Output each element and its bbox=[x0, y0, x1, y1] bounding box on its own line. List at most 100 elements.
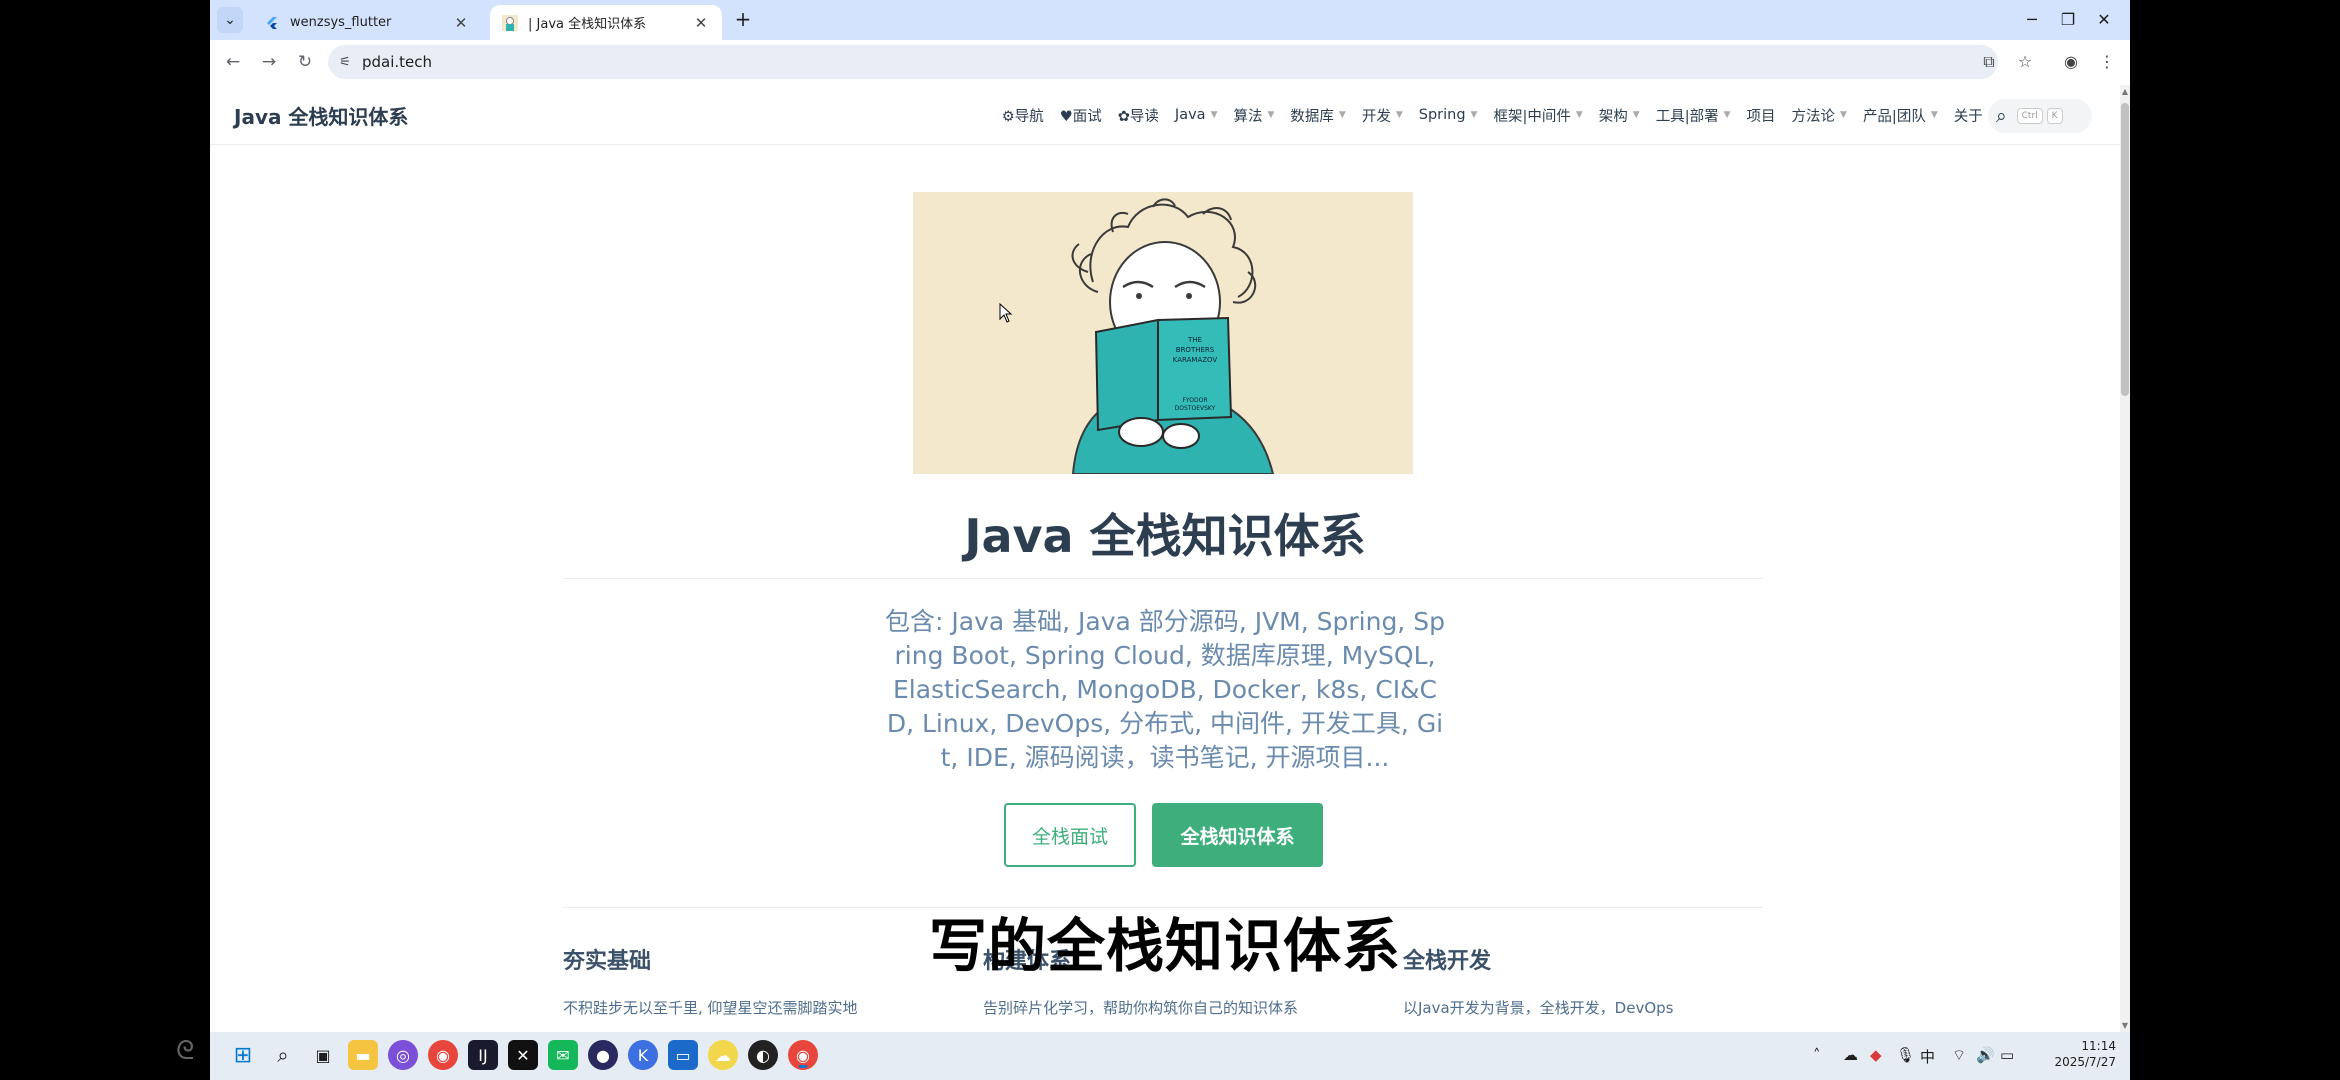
system-clock[interactable]: 11:14 2025/7/27 bbox=[2054, 1038, 2116, 1070]
tab-strip: ⌄ wenzsys_flutter ✕ | Java 全栈知识体系 ✕ + ─ … bbox=[210, 0, 2130, 40]
task-view-icon[interactable]: ▣ bbox=[308, 1040, 338, 1070]
volume-icon[interactable]: 🔊 bbox=[1976, 1046, 1995, 1064]
address-bar[interactable]: ⚟ pdai.tech bbox=[328, 45, 1998, 79]
wifi-icon[interactable]: ⌔ bbox=[1952, 1046, 1966, 1065]
restore-button[interactable]: ❐ bbox=[2048, 6, 2088, 34]
caret-down-icon: ▼ bbox=[1267, 110, 1275, 120]
file-explorer-icon[interactable]: ▬ bbox=[348, 1040, 378, 1070]
tray-app-icon[interactable]: ◆ bbox=[1870, 1046, 1882, 1064]
new-tab-button[interactable]: + bbox=[730, 8, 756, 32]
page-scrollbar[interactable]: ▲ ▼ bbox=[2120, 85, 2130, 1032]
tab-search-button[interactable]: ⌄ bbox=[217, 7, 243, 33]
tab-title: | Java 全栈知识体系 bbox=[528, 17, 647, 32]
caret-down-icon: ▼ bbox=[1338, 110, 1346, 120]
web-page: Java 全栈知识体系 ⚙导航 ♥面试 ✿导读 Java ▼ 算法 ▼ 数据库 ▼ 开… bbox=[210, 85, 2120, 1032]
nav-item-architecture[interactable]: 架构 ▼ bbox=[1599, 105, 1640, 126]
weather-icon[interactable]: ☁ bbox=[708, 1040, 738, 1070]
site-navbar: Java 全栈知识体系 ⚙导航 ♥面试 ✿导读 Java ▼ 算法 ▼ 数据库 ▼ 开… bbox=[210, 85, 2120, 145]
forward-button[interactable]: → bbox=[256, 49, 282, 75]
nav-item-projects[interactable]: 项目 bbox=[1747, 105, 1776, 126]
reload-button[interactable]: ↻ bbox=[292, 49, 318, 75]
tab-wenzsys-flutter[interactable]: wenzsys_flutter ✕ bbox=[252, 5, 482, 40]
svg-text:DOSTOEVSKY: DOSTOEVSKY bbox=[1175, 405, 1216, 412]
interview-button[interactable]: 全栈面试 bbox=[1004, 803, 1136, 867]
caret-down-icon: ▼ bbox=[1840, 110, 1847, 120]
svg-text:THE: THE bbox=[1187, 336, 1202, 344]
nav-links: ⚙导航 ♥面试 ✿导读 Java ▼ 算法 ▼ 数据库 ▼ 开发 ▼ Spring ▼ 框… bbox=[986, 85, 2020, 145]
feature-desc: 以Java开发为背景，全栈开发，DevOps bbox=[1403, 999, 1674, 1017]
caret-down-icon: ▼ bbox=[1470, 110, 1478, 120]
tray-overflow-icon[interactable]: ˄ bbox=[1813, 1046, 1821, 1064]
site-favicon-icon bbox=[502, 14, 518, 31]
url-text: pdai.tech bbox=[362, 53, 433, 71]
profile-icon[interactable]: ◉ bbox=[2060, 51, 2082, 73]
tray-cloud-icon[interactable]: ☁ bbox=[1843, 1046, 1858, 1064]
search-icon: ⌕ bbox=[1996, 105, 2007, 127]
terminal-app-icon[interactable]: ✕ bbox=[508, 1040, 538, 1070]
install-app-icon[interactable]: ⧉ bbox=[1978, 51, 2000, 73]
site-info-icon[interactable]: ⚟ bbox=[328, 55, 362, 70]
nav-item-methodology[interactable]: 方法论 ▼ bbox=[1792, 105, 1847, 126]
nav-item-framework[interactable]: 框架|中间件 ▼ bbox=[1493, 105, 1582, 126]
knowledge-system-button[interactable]: 全栈知识体系 bbox=[1152, 803, 1323, 867]
microphone-icon[interactable]: 🎙 bbox=[1896, 1046, 1915, 1064]
taskbar: ⊞ ⌕ ▣ ▬ ◎ ◉ IJ ✕ ✉ ● K ▭ ☁ ◐ ◉ ˄ ☁ ◆ 🎙 中… bbox=[210, 1032, 2130, 1080]
remote-desktop-icon[interactable]: ▭ bbox=[668, 1040, 698, 1070]
clock-time: 11:14 bbox=[2081, 1039, 2116, 1053]
nav-item-database[interactable]: 数据库 ▼ bbox=[1290, 105, 1345, 126]
svg-text:BROTHERS: BROTHERS bbox=[1176, 346, 1215, 354]
caret-down-icon: ▼ bbox=[1723, 110, 1731, 120]
nav-item-reading[interactable]: ✿导读 bbox=[1118, 105, 1159, 126]
battery-icon[interactable]: ▭ bbox=[2000, 1046, 2014, 1064]
site-search-button[interactable]: ⌕ Ctrl K bbox=[1988, 99, 2092, 133]
wechat-icon[interactable]: ✉ bbox=[548, 1040, 578, 1070]
menu-kebab-icon[interactable]: ⋮ bbox=[2096, 51, 2118, 73]
flutter-icon bbox=[264, 15, 280, 31]
feature-desc: 不积跬步无以至千里, 仰望星空还需脚踏实地 bbox=[563, 999, 858, 1017]
hero-description: 包含: Java 基础, Java 部分源码, JVM, Spring, Spr… bbox=[885, 607, 1445, 772]
nav-item-tools[interactable]: 工具|部署 ▼ bbox=[1656, 105, 1731, 126]
caret-down-icon: ▼ bbox=[1930, 110, 1938, 120]
scrollbar-thumb[interactable] bbox=[2121, 103, 2129, 396]
close-window-button[interactable]: ✕ bbox=[2084, 6, 2124, 34]
obs-icon[interactable]: ◐ bbox=[748, 1040, 778, 1070]
svg-text:KARAMAZOV: KARAMAZOV bbox=[1173, 356, 1218, 364]
chrome-icon[interactable]: ◉ bbox=[428, 1040, 458, 1070]
nav-item-java[interactable]: Java ▼ bbox=[1175, 107, 1218, 123]
hero-title: Java 全栈知识体系 bbox=[964, 509, 1366, 563]
nav-item-product[interactable]: 产品|团队 ▼ bbox=[1863, 105, 1938, 126]
windows-start-icon[interactable]: ⊞ bbox=[228, 1040, 258, 1070]
nav-item-about[interactable]: 关于 bbox=[1954, 105, 1983, 126]
media-app-icon[interactable]: ● bbox=[588, 1040, 618, 1070]
caret-down-icon: ▼ bbox=[1575, 110, 1583, 120]
site-title[interactable]: Java 全栈知识体系 bbox=[234, 101, 408, 130]
chrome-active-icon[interactable]: ◉ bbox=[788, 1040, 818, 1070]
ime-indicator[interactable]: 中 bbox=[1920, 1046, 1935, 1067]
chevron-down-icon: ⌄ bbox=[224, 12, 236, 28]
close-tab-icon[interactable]: ✕ bbox=[452, 14, 470, 32]
nav-item-spring[interactable]: Spring ▼ bbox=[1419, 107, 1478, 123]
close-tab-icon[interactable]: ✕ bbox=[692, 14, 710, 32]
tab-title: wenzsys_flutter bbox=[290, 15, 392, 30]
scroll-down-icon[interactable]: ▼ bbox=[2120, 1021, 2130, 1030]
minimize-button[interactable]: ─ bbox=[2012, 6, 2052, 34]
scroll-up-icon[interactable]: ▲ bbox=[2120, 87, 2130, 96]
back-button[interactable]: ← bbox=[220, 49, 246, 75]
nav-item-algorithm[interactable]: 算法 ▼ bbox=[1233, 105, 1274, 126]
caret-down-icon: ▼ bbox=[1395, 110, 1403, 120]
nav-item-develop[interactable]: 开发 ▼ bbox=[1362, 105, 1403, 126]
tab-java-fullstack[interactable]: | Java 全栈知识体系 ✕ bbox=[490, 5, 722, 40]
app-icon[interactable]: ◎ bbox=[388, 1040, 418, 1070]
browser-toolbar: ← → ↻ ⚟ pdai.tech ⧉ ☆ ◉ ⋮ bbox=[210, 40, 2130, 85]
caret-down-icon: ▼ bbox=[1210, 110, 1218, 120]
intellij-icon[interactable]: IJ bbox=[468, 1040, 498, 1070]
clock-date: 2025/7/27 bbox=[2054, 1055, 2116, 1069]
hero-image: THE BROTHERS KARAMAZOV FYODOR DOSTOEVSKY bbox=[913, 192, 1413, 474]
nav-item-interview[interactable]: ♥面试 bbox=[1060, 105, 1102, 126]
kbd-ctrl: Ctrl bbox=[2016, 108, 2043, 124]
sidebar-peek-icon: ᘓ bbox=[176, 1036, 195, 1066]
k-app-icon[interactable]: K bbox=[628, 1040, 658, 1070]
bookmark-star-icon[interactable]: ☆ bbox=[2014, 51, 2036, 73]
search-icon[interactable]: ⌕ bbox=[268, 1040, 298, 1070]
nav-item-guide[interactable]: ⚙导航 bbox=[1002, 105, 1044, 126]
